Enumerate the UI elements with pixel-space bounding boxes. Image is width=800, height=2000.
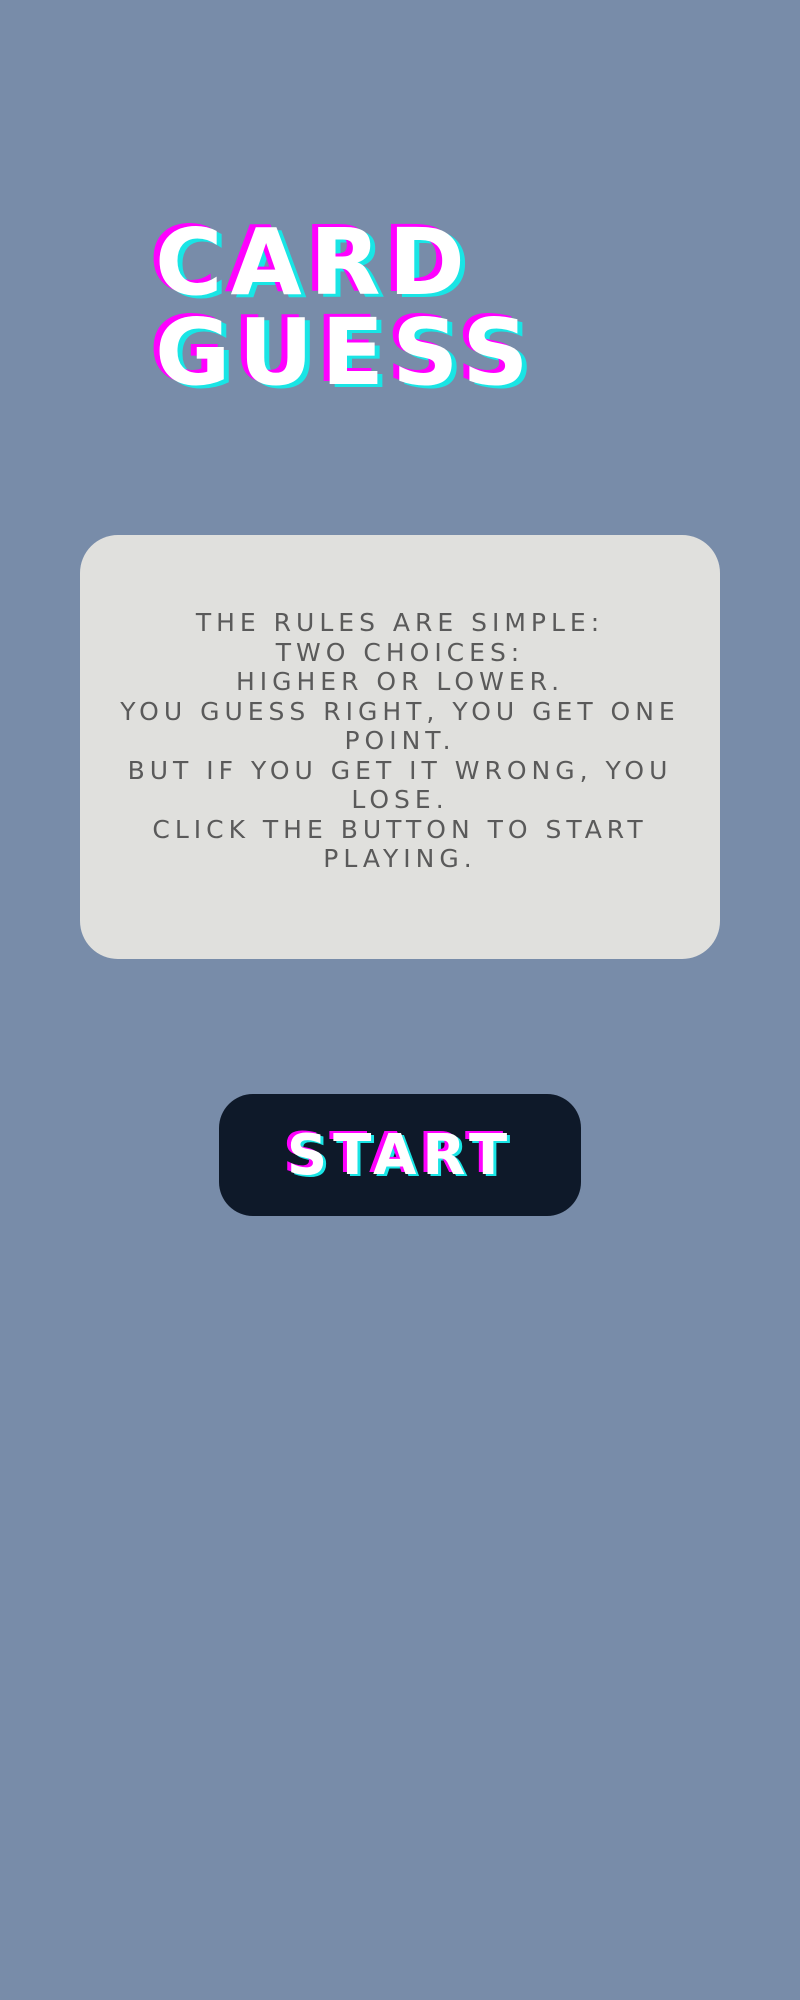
- rules-line: CLICK THE BUTTON TO START PLAYING.: [152, 814, 648, 874]
- game-title-line-2: GUESS: [155, 299, 537, 406]
- game-title: CARD GUESS: [155, 209, 715, 406]
- rules-line: YOU GUESS RIGHT, YOU GET ONE POINT.: [120, 696, 680, 756]
- game-title-line-1: CARD: [155, 209, 473, 316]
- rules-line: TWO CHOICES:: [275, 637, 525, 667]
- start-button-label: START: [286, 1122, 514, 1188]
- start-button[interactable]: START: [219, 1094, 581, 1216]
- rules-text: THE RULES ARE SIMPLE: TWO CHOICES: HIGHE…: [98, 608, 702, 874]
- rules-line: HIGHER OR LOWER.: [235, 667, 565, 697]
- rules-line: BUT IF YOU GET IT WRONG, YOU LOSE.: [127, 755, 673, 815]
- rules-card: THE RULES ARE SIMPLE: TWO CHOICES: HIGHE…: [80, 535, 720, 959]
- rules-line: THE RULES ARE SIMPLE:: [195, 608, 605, 638]
